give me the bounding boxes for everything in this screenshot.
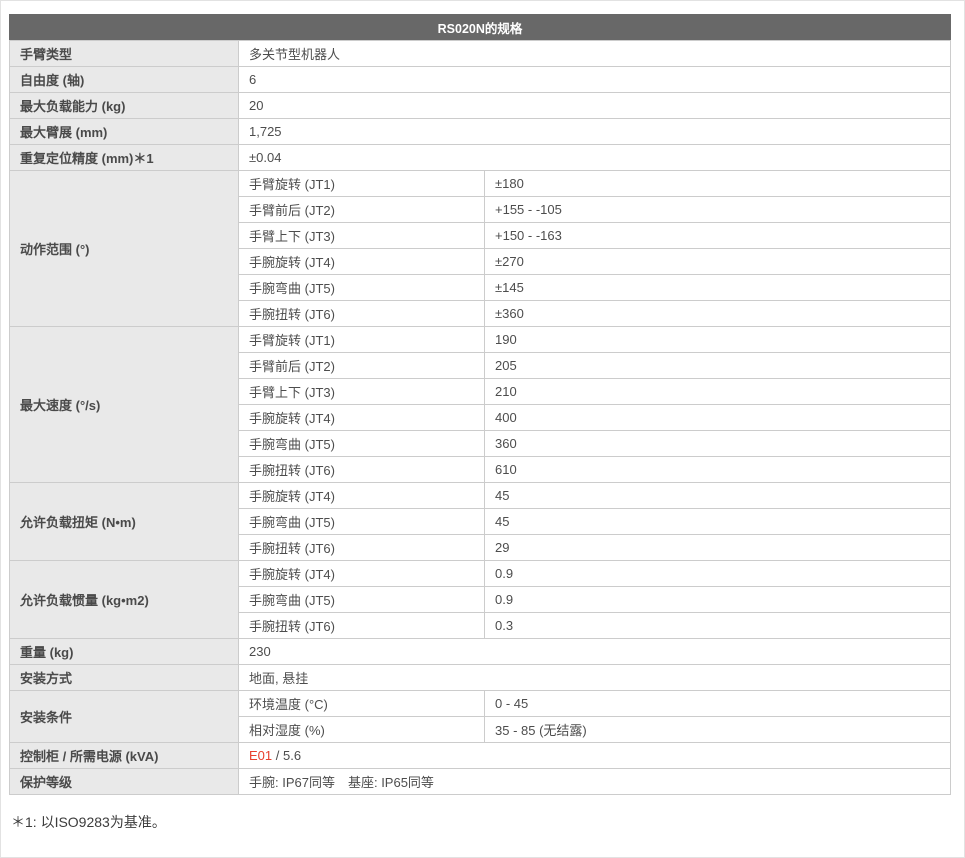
spec-value: E01 / 5.6 [239, 743, 951, 769]
spec-label: 允许负载扭矩 (N•m) [10, 483, 239, 561]
spec-value: 0.9 [485, 561, 951, 587]
spec-sublabel: 手臂上下 (JT3) [239, 379, 485, 405]
controller-e01-link[interactable]: E01 [249, 748, 272, 763]
spec-value: 45 [485, 509, 951, 535]
spec-sublabel: 相对湿度 (%) [239, 717, 485, 743]
spec-value: 230 [239, 639, 951, 665]
table-row: 控制柜 / 所需电源 (kVA)E01 / 5.6 [10, 743, 951, 769]
spec-value: 205 [485, 353, 951, 379]
spec-value: 35 - 85 (无结露) [485, 717, 951, 743]
spec-value: +155 - -105 [485, 197, 951, 223]
spec-value: ±145 [485, 275, 951, 301]
spec-sublabel: 手腕扭转 (JT6) [239, 301, 485, 327]
table-row: 最大速度 (°/s)手臂旋转 (JT1)190 [10, 327, 951, 353]
spec-sublabel: 手臂旋转 (JT1) [239, 171, 485, 197]
spec-value: 1,725 [239, 119, 951, 145]
spec-value: +150 - -163 [485, 223, 951, 249]
table-row: 最大臂展 (mm)1,725 [10, 119, 951, 145]
table-row: 手臂类型多关节型机器人 [10, 41, 951, 67]
spec-label: 安装条件 [10, 691, 239, 743]
spec-sublabel: 手臂旋转 (JT1) [239, 327, 485, 353]
spec-label: 最大速度 (°/s) [10, 327, 239, 483]
spec-value: 多关节型机器人 [239, 41, 951, 67]
spec-value: 610 [485, 457, 951, 483]
spec-label: 最大臂展 (mm) [10, 119, 239, 145]
spec-value: 190 [485, 327, 951, 353]
spec-value: ±180 [485, 171, 951, 197]
table-row: 重量 (kg)230 [10, 639, 951, 665]
spec-value: 210 [485, 379, 951, 405]
table-title: RS020N的规格 [10, 15, 951, 41]
table-row: 允许负载扭矩 (N•m)手腕旋转 (JT4)45 [10, 483, 951, 509]
spec-table: RS020N的规格 手臂类型多关节型机器人自由度 (轴)6最大负载能力 (kg)… [9, 14, 951, 795]
spec-sublabel: 环境温度 (°C) [239, 691, 485, 717]
spec-value: ±270 [485, 249, 951, 275]
spec-label: 允许负载惯量 (kg•m2) [10, 561, 239, 639]
spec-sublabel: 手臂前后 (JT2) [239, 197, 485, 223]
spec-sublabel: 手腕扭转 (JT6) [239, 457, 485, 483]
spec-sublabel: 手腕旋转 (JT4) [239, 249, 485, 275]
spec-value: 6 [239, 67, 951, 93]
spec-value: 0 - 45 [485, 691, 951, 717]
spec-label: 重量 (kg) [10, 639, 239, 665]
spec-value: ±360 [485, 301, 951, 327]
spec-sublabel: 手腕扭转 (JT6) [239, 613, 485, 639]
spec-value: 0.3 [485, 613, 951, 639]
table-row: 动作范围 (°)手臂旋转 (JT1)±180 [10, 171, 951, 197]
table-row: 安装方式地面, 悬挂 [10, 665, 951, 691]
spec-label: 保护等级 [10, 769, 239, 795]
page-container: RS020N的规格 手臂类型多关节型机器人自由度 (轴)6最大负载能力 (kg)… [0, 0, 965, 858]
spec-label: 安装方式 [10, 665, 239, 691]
spec-value: 手腕: IP67同等 基座: IP65同等 [239, 769, 951, 795]
spec-sublabel: 手腕旋转 (JT4) [239, 561, 485, 587]
spec-label: 控制柜 / 所需电源 (kVA) [10, 743, 239, 769]
footnote: ＊1: 以ISO9283为基准。 [11, 812, 964, 832]
spec-value: 360 [485, 431, 951, 457]
spec-label: 最大负载能力 (kg) [10, 93, 239, 119]
table-row: 安装条件环境温度 (°C)0 - 45 [10, 691, 951, 717]
spec-value: 400 [485, 405, 951, 431]
spec-label: 动作范围 (°) [10, 171, 239, 327]
table-row: 允许负载惯量 (kg•m2)手腕旋转 (JT4)0.9 [10, 561, 951, 587]
table-row: 最大负载能力 (kg)20 [10, 93, 951, 119]
spec-value: 0.9 [485, 587, 951, 613]
spec-sublabel: 手臂前后 (JT2) [239, 353, 485, 379]
spec-value: ±0.04 [239, 145, 951, 171]
spec-value: 20 [239, 93, 951, 119]
table-header-row: RS020N的规格 [10, 15, 951, 41]
spec-sublabel: 手腕弯曲 (JT5) [239, 509, 485, 535]
spec-sublabel: 手臂上下 (JT3) [239, 223, 485, 249]
table-row: 重复定位精度 (mm)＊1±0.04 [10, 145, 951, 171]
table-row: 保护等级手腕: IP67同等 基座: IP65同等 [10, 769, 951, 795]
spec-label: 重复定位精度 (mm)＊1 [10, 145, 239, 171]
spec-sublabel: 手腕旋转 (JT4) [239, 405, 485, 431]
spec-sublabel: 手腕弯曲 (JT5) [239, 587, 485, 613]
spec-sublabel: 手腕弯曲 (JT5) [239, 431, 485, 457]
spec-sublabel: 手腕弯曲 (JT5) [239, 275, 485, 301]
spec-sublabel: 手腕扭转 (JT6) [239, 535, 485, 561]
spec-value: 地面, 悬挂 [239, 665, 951, 691]
spec-sublabel: 手腕旋转 (JT4) [239, 483, 485, 509]
spec-label: 自由度 (轴) [10, 67, 239, 93]
spec-value: 29 [485, 535, 951, 561]
spec-value: 45 [485, 483, 951, 509]
table-row: 自由度 (轴)6 [10, 67, 951, 93]
spec-label: 手臂类型 [10, 41, 239, 67]
